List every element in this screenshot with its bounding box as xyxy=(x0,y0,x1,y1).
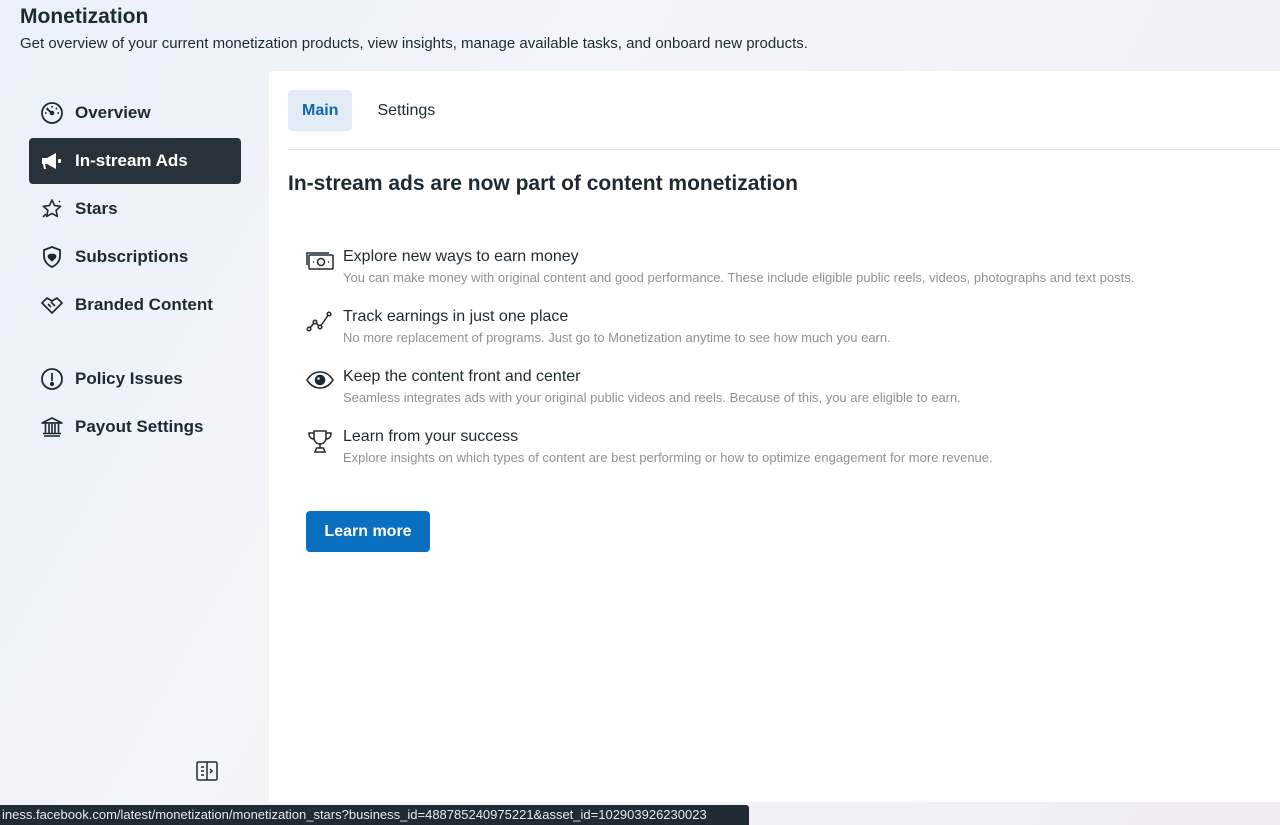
megaphone-icon xyxy=(39,148,65,174)
feature-item: Track earnings in just one place No more… xyxy=(305,307,1255,346)
feature-title: Track earnings in just one place xyxy=(343,308,569,325)
feature-description: No more replacement of programs. Just go… xyxy=(343,330,891,345)
sidebar-item-label: Payout Settings xyxy=(75,417,204,436)
sidebar-item-label: Subscriptions xyxy=(75,247,189,266)
sidebar-item-in-stream-ads[interactable]: In-stream Ads xyxy=(29,138,241,184)
sidebar-item-overview[interactable]: Overview xyxy=(29,90,241,136)
stars-icon xyxy=(39,196,65,222)
tab-main[interactable]: Main xyxy=(288,90,353,131)
page-header: Monetization Get overview of your curren… xyxy=(20,4,808,53)
status-bar-url: iness.facebook.com/latest/monetization/m… xyxy=(0,805,749,825)
bank-icon xyxy=(39,414,65,440)
tab-bar: Main Settings xyxy=(288,90,449,131)
tab-settings[interactable]: Settings xyxy=(363,90,449,131)
page-subtitle: Get overview of your current monetizatio… xyxy=(20,35,808,52)
sidebar: Overview In-stream Ads Stars Subscriptio… xyxy=(0,72,268,807)
feature-description: Explore insights on which types of conte… xyxy=(343,450,993,465)
shield-heart-icon xyxy=(39,244,65,270)
sidebar-item-label: Policy Issues xyxy=(75,369,183,388)
sidebar-item-label: In-stream Ads xyxy=(75,151,188,170)
feature-title: Keep the content front and center xyxy=(343,368,581,385)
feature-description: You can make money with original content… xyxy=(343,270,1135,285)
sidebar-collapse-icon xyxy=(196,760,218,786)
sidebar-item-label: Stars xyxy=(75,199,118,218)
feature-item: Keep the content front and center Seamle… xyxy=(305,367,1255,406)
sidebar-item-subscriptions[interactable]: Subscriptions xyxy=(29,234,241,280)
learn-more-button[interactable]: Learn more xyxy=(306,511,430,552)
page-title: Monetization xyxy=(20,5,149,28)
sidebar-item-payout-settings[interactable]: Payout Settings xyxy=(29,404,241,450)
sidebar-item-stars[interactable]: Stars xyxy=(29,186,241,232)
sidebar-item-branded-content[interactable]: Branded Content xyxy=(29,282,241,328)
alert-circle-icon xyxy=(39,366,65,392)
feature-item: Learn from your success Explore insights… xyxy=(305,427,1255,466)
eye-icon xyxy=(305,367,335,397)
section-heading: In-stream ads are now part of content mo… xyxy=(288,172,798,195)
main-content: Main Settings In-stream ads are now part… xyxy=(269,71,1280,802)
trend-line-icon xyxy=(305,307,335,337)
trophy-icon xyxy=(305,427,335,457)
feature-title: Learn from your success xyxy=(343,428,519,445)
feature-item: Explore new ways to earn money You can m… xyxy=(305,247,1255,286)
feature-title: Explore new ways to earn money xyxy=(343,248,579,265)
money-icon xyxy=(305,247,335,277)
sidebar-item-label: Branded Content xyxy=(75,295,213,314)
handshake-icon xyxy=(39,292,65,318)
dashboard-gauge-icon xyxy=(39,100,65,126)
tab-divider xyxy=(288,149,1280,150)
sidebar-item-policy-issues[interactable]: Policy Issues xyxy=(29,356,241,402)
sidebar-collapse-button[interactable] xyxy=(194,760,220,786)
sidebar-item-label: Overview xyxy=(75,103,151,122)
feature-description: Seamless integrates ads with your origin… xyxy=(343,390,961,405)
